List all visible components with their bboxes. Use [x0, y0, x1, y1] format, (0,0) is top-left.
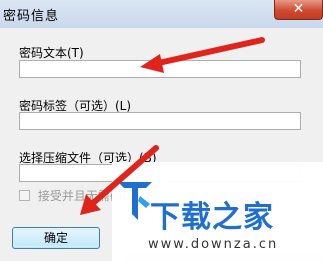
password-text-label: 密码文本(T)	[19, 46, 84, 60]
watermark-url: www.downza.cn	[148, 237, 279, 252]
watermark: 下载之家 www.downza.cn	[112, 162, 323, 261]
ok-button[interactable]: 确定	[12, 227, 100, 249]
password-tag-input[interactable]	[19, 112, 301, 130]
close-button[interactable]: ✕	[274, 0, 323, 20]
password-info-dialog: 密码信息 ✕ 密码文本(T) 密码标签（可选）(L) 选择压缩文件（可选）(B)…	[0, 0, 323, 261]
ok-button-label: 确定	[43, 231, 68, 245]
window-title: 密码信息	[3, 9, 60, 24]
watermark-brand: 下载之家	[150, 200, 274, 235]
password-text-input[interactable]	[19, 60, 301, 78]
title-bar[interactable]: 密码信息 ✕	[0, 0, 323, 28]
accept-checkbox[interactable]	[19, 190, 30, 201]
